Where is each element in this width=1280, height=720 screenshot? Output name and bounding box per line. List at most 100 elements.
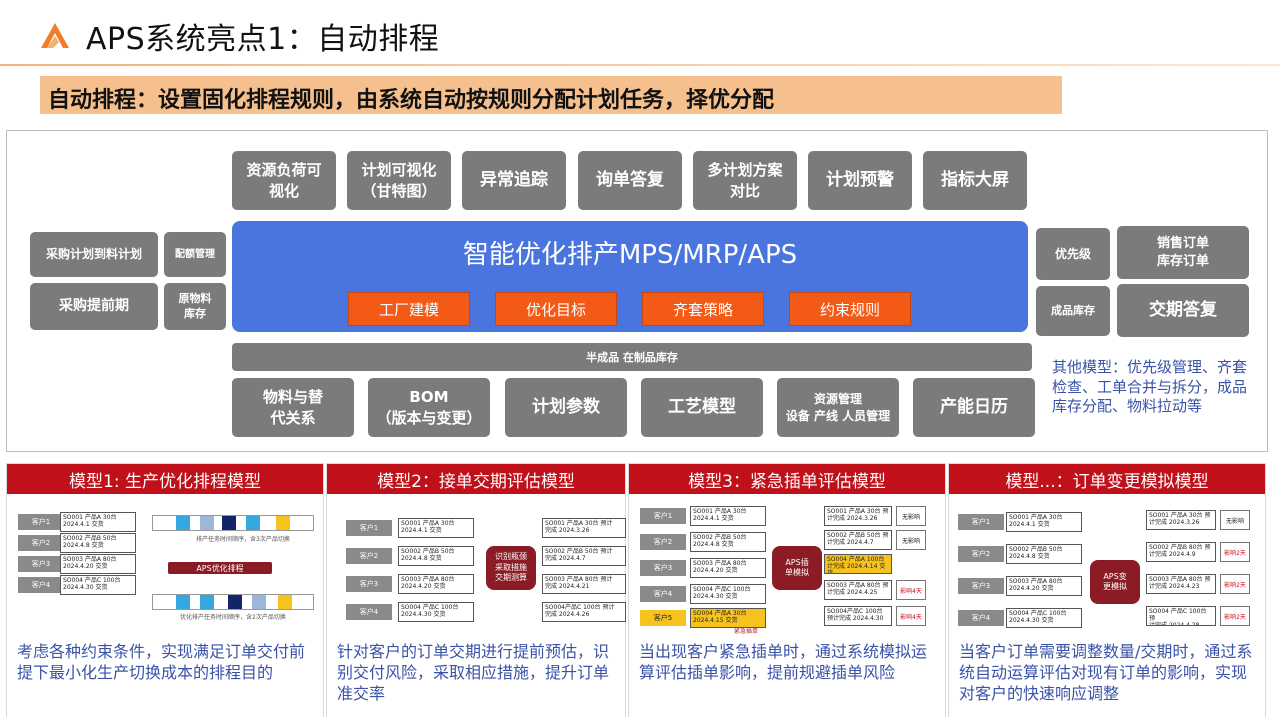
panel-1-desc: 考虑各种约束条件，实现满足订单交付前提下最小化生产切换成本的排程目的 [17, 642, 306, 682]
top-box-plan-warning: 计划预警 [808, 151, 912, 210]
p3-order: SO004 产品C 100台 2024.4.30 交货 [690, 584, 766, 604]
top-box-plan-visual: 计划可视化 （甘特图） [347, 151, 451, 210]
p2-customer: 客户4 [346, 604, 392, 620]
p3-result-urgent: SO004 产品A 100台 计完成 2024.4.14 交货 [824, 554, 892, 574]
seq-cell [252, 595, 266, 609]
p3-result: SO004产品C 100台 预计完成 2024.4.30 [824, 606, 892, 626]
p4-customer: 客户4 [958, 610, 1004, 626]
bottom-box-resource-mgmt: 资源管理 设备 产线 人员管理 [777, 378, 899, 437]
p3-order: SO002 产品B 50台 2024.4.8 交货 [690, 532, 766, 552]
core-tag-factory-modeling: 工厂建模 [348, 292, 470, 326]
p3-result: SO002 产品B 50台 预 计完成 2024.4.7 [824, 530, 892, 550]
p2-order: SO001 产品A 30台 2024.4.1 交货 [398, 518, 474, 538]
p4-impact-tag: 影响2天 [1220, 574, 1250, 594]
right-box-priority: 优先级 [1036, 228, 1110, 280]
seq-cell [176, 516, 190, 530]
top-box-exception-tracking: 异常追踪 [462, 151, 566, 210]
core-engine-title: 智能优化排产MPS/MRP/APS [462, 240, 798, 270]
p2-engine: 识别瓶颈 采取措施 交期测算 [486, 546, 536, 590]
p3-order: SO001 产品A 30台 2024.4.1 交货 [690, 506, 766, 526]
seq-cell [200, 595, 214, 609]
left-box-raw-material: 原物料 库存 [164, 283, 226, 330]
p4-impact-tag: 影响2天 [1220, 542, 1250, 562]
left-box-quota: 配额管理 [164, 232, 226, 277]
p3-impact-tag: 影响4天 [896, 606, 926, 626]
p3-result: SO003 产品A 80台 预 计完成 2024.4.25 [824, 580, 892, 600]
p1-customer: 客户1 [18, 514, 64, 530]
right-box-sales-order: 销售订单 库存订单 [1117, 226, 1249, 279]
p4-order: SO001 产品A 30台 2024.4.1 交货 [1006, 512, 1082, 532]
p2-result: SO004产品C 100台 预计 完成 2024.4.26 [542, 602, 626, 622]
seq-cell [278, 595, 292, 609]
p4-customer: 客户2 [958, 546, 1004, 562]
p4-result: SO004 产品C 100台 预 计完成 2024.4.28 [1146, 606, 1216, 626]
p3-impact-tag: 影响4天 [896, 580, 926, 600]
panel-4-desc: 当客户订单需要调整数量/交期时，通过系统自动运算评估对现有订单的影响，实现对客户… [959, 642, 1253, 703]
bottom-box-process-model: 工艺模型 [641, 378, 763, 437]
p2-customer: 客户2 [346, 548, 392, 564]
right-box-delivery-reply: 交期答复 [1117, 284, 1249, 337]
p4-engine: APS变 更模拟 [1090, 560, 1140, 604]
p2-order: SO002 产品B 50台 2024.4.8 交货 [398, 546, 474, 566]
core-tag-kitting-strategy: 齐套策略 [642, 292, 764, 326]
wip-inventory-bar: 半成品 在制品库存 [232, 343, 1032, 371]
p1-customer: 客户4 [18, 577, 64, 593]
top-box-resource-load: 资源负荷可 视化 [232, 151, 336, 210]
p3-result: SO001 产品A 30台 预 计完成 2024.3.26 [824, 506, 892, 526]
p3-order-urgent: SO004 产品A 30台 2024.4.15 交货 [690, 608, 766, 628]
p1-aps-bar: APS优化排程 [168, 562, 272, 574]
right-box-finished-stock: 成品库存 [1036, 286, 1110, 336]
p4-order: SO004 产品C 100台 2024.4.30 交货 [1006, 608, 1082, 628]
p4-result: SO001 产品A 30台 预 计完成 2024.3.26 [1146, 510, 1216, 530]
bottom-box-capacity-calendar: 产能日历 [913, 378, 1035, 437]
p3-customer: 客户1 [640, 508, 686, 524]
seq-cell [222, 516, 236, 530]
p3-customer: 客户4 [640, 586, 686, 602]
top-box-kpi-screen: 指标大屏 [923, 151, 1027, 210]
seq-cell [200, 516, 214, 530]
p2-result: SO002 产品B 50台 预计 完成 2024.4.7 [542, 546, 626, 566]
p4-result: SO002 产品B 80台 预 计完成 2024.4.9 [1146, 542, 1216, 562]
panel-4-title: 模型...：订单变更模拟模型 [949, 464, 1265, 494]
panel-2-title: 模型2：接单交期评估模型 [327, 464, 625, 494]
seq-cell [276, 516, 290, 530]
page-title: APS系统亮点1：自动排程 [86, 22, 440, 57]
p2-order: SO003 产品A 80台 2024.4.20 交货 [398, 574, 474, 594]
p4-impact-tag: 影响2天 [1220, 606, 1250, 626]
p4-customer: 客户3 [958, 578, 1004, 594]
top-box-inquiry-reply: 询单答复 [578, 151, 682, 210]
p1-order: SO002 产品B 50台 2024.4.8 交货 [60, 533, 136, 553]
p3-customer: 客户2 [640, 534, 686, 550]
p1-customer: 客户3 [18, 556, 64, 572]
bottom-box-material: 物料与替 代关系 [232, 378, 354, 437]
p2-customer: 客户1 [346, 520, 392, 536]
other-models-note: 其他模型：优先级管理、齐套检查、工单合并与拆分，成品库存分配、物料拉动等 [1052, 358, 1248, 415]
p3-impact-tag: 无影响 [896, 530, 926, 550]
panel-3-title: 模型3：紧急插单评估模型 [629, 464, 945, 494]
p3-customer: 客户3 [640, 560, 686, 576]
p1-order: SO003 产品A 80台 2024.4.20 交货 [60, 554, 136, 574]
p3-customer-urgent: 客户5 [640, 610, 686, 626]
p3-urgent-label: 紧急插单 [734, 628, 759, 635]
p1-order: SO001 产品A 30台 2024.4.1 交货 [60, 512, 136, 532]
p4-customer: 客户1 [958, 514, 1004, 530]
panel-1-title: 模型1: 生产优化排程模型 [7, 464, 323, 494]
left-box-purchase-plan: 采购计划到料计划 [30, 232, 158, 277]
seq-cell [176, 595, 190, 609]
p2-result: SO001 产品A 30台 预计 完成 2024.3.26 [542, 518, 626, 538]
core-tag-constraint-rules: 约束规则 [789, 292, 911, 326]
seq-cell [246, 516, 260, 530]
p3-engine: APS插 单模拟 [772, 546, 822, 590]
seq-cell [228, 595, 242, 609]
panel-3-desc: 当出现客户紧急插单时，通过系统模拟运算评估插单影响，提前规避插单风险 [639, 642, 928, 682]
p4-result: SO003 产品A 80台 预 计完成 2024.4.23 [1146, 574, 1216, 594]
p2-result: SO003 产品A 80台 预计 完成 2024.4.21 [542, 574, 626, 594]
p3-impact-tag: 无影响 [896, 506, 926, 526]
left-box-lead-time: 采购提前期 [30, 283, 158, 330]
bottom-box-bom: BOM （版本与变更） [368, 378, 490, 437]
p1-seq-note-top: 排产任务时间顺序，含3次产品切换 [196, 536, 290, 543]
subtitle: 自动排程：设置固化排程规则，由系统自动按规则分配计划任务，择优分配 [48, 88, 775, 113]
p1-seq-note-bottom: 优化排产任务时间顺序，含2次产品切换 [180, 614, 286, 621]
p2-customer: 客户3 [346, 576, 392, 592]
p3-order: SO003 产品A 80台 2024.4.20 交货 [690, 558, 766, 578]
